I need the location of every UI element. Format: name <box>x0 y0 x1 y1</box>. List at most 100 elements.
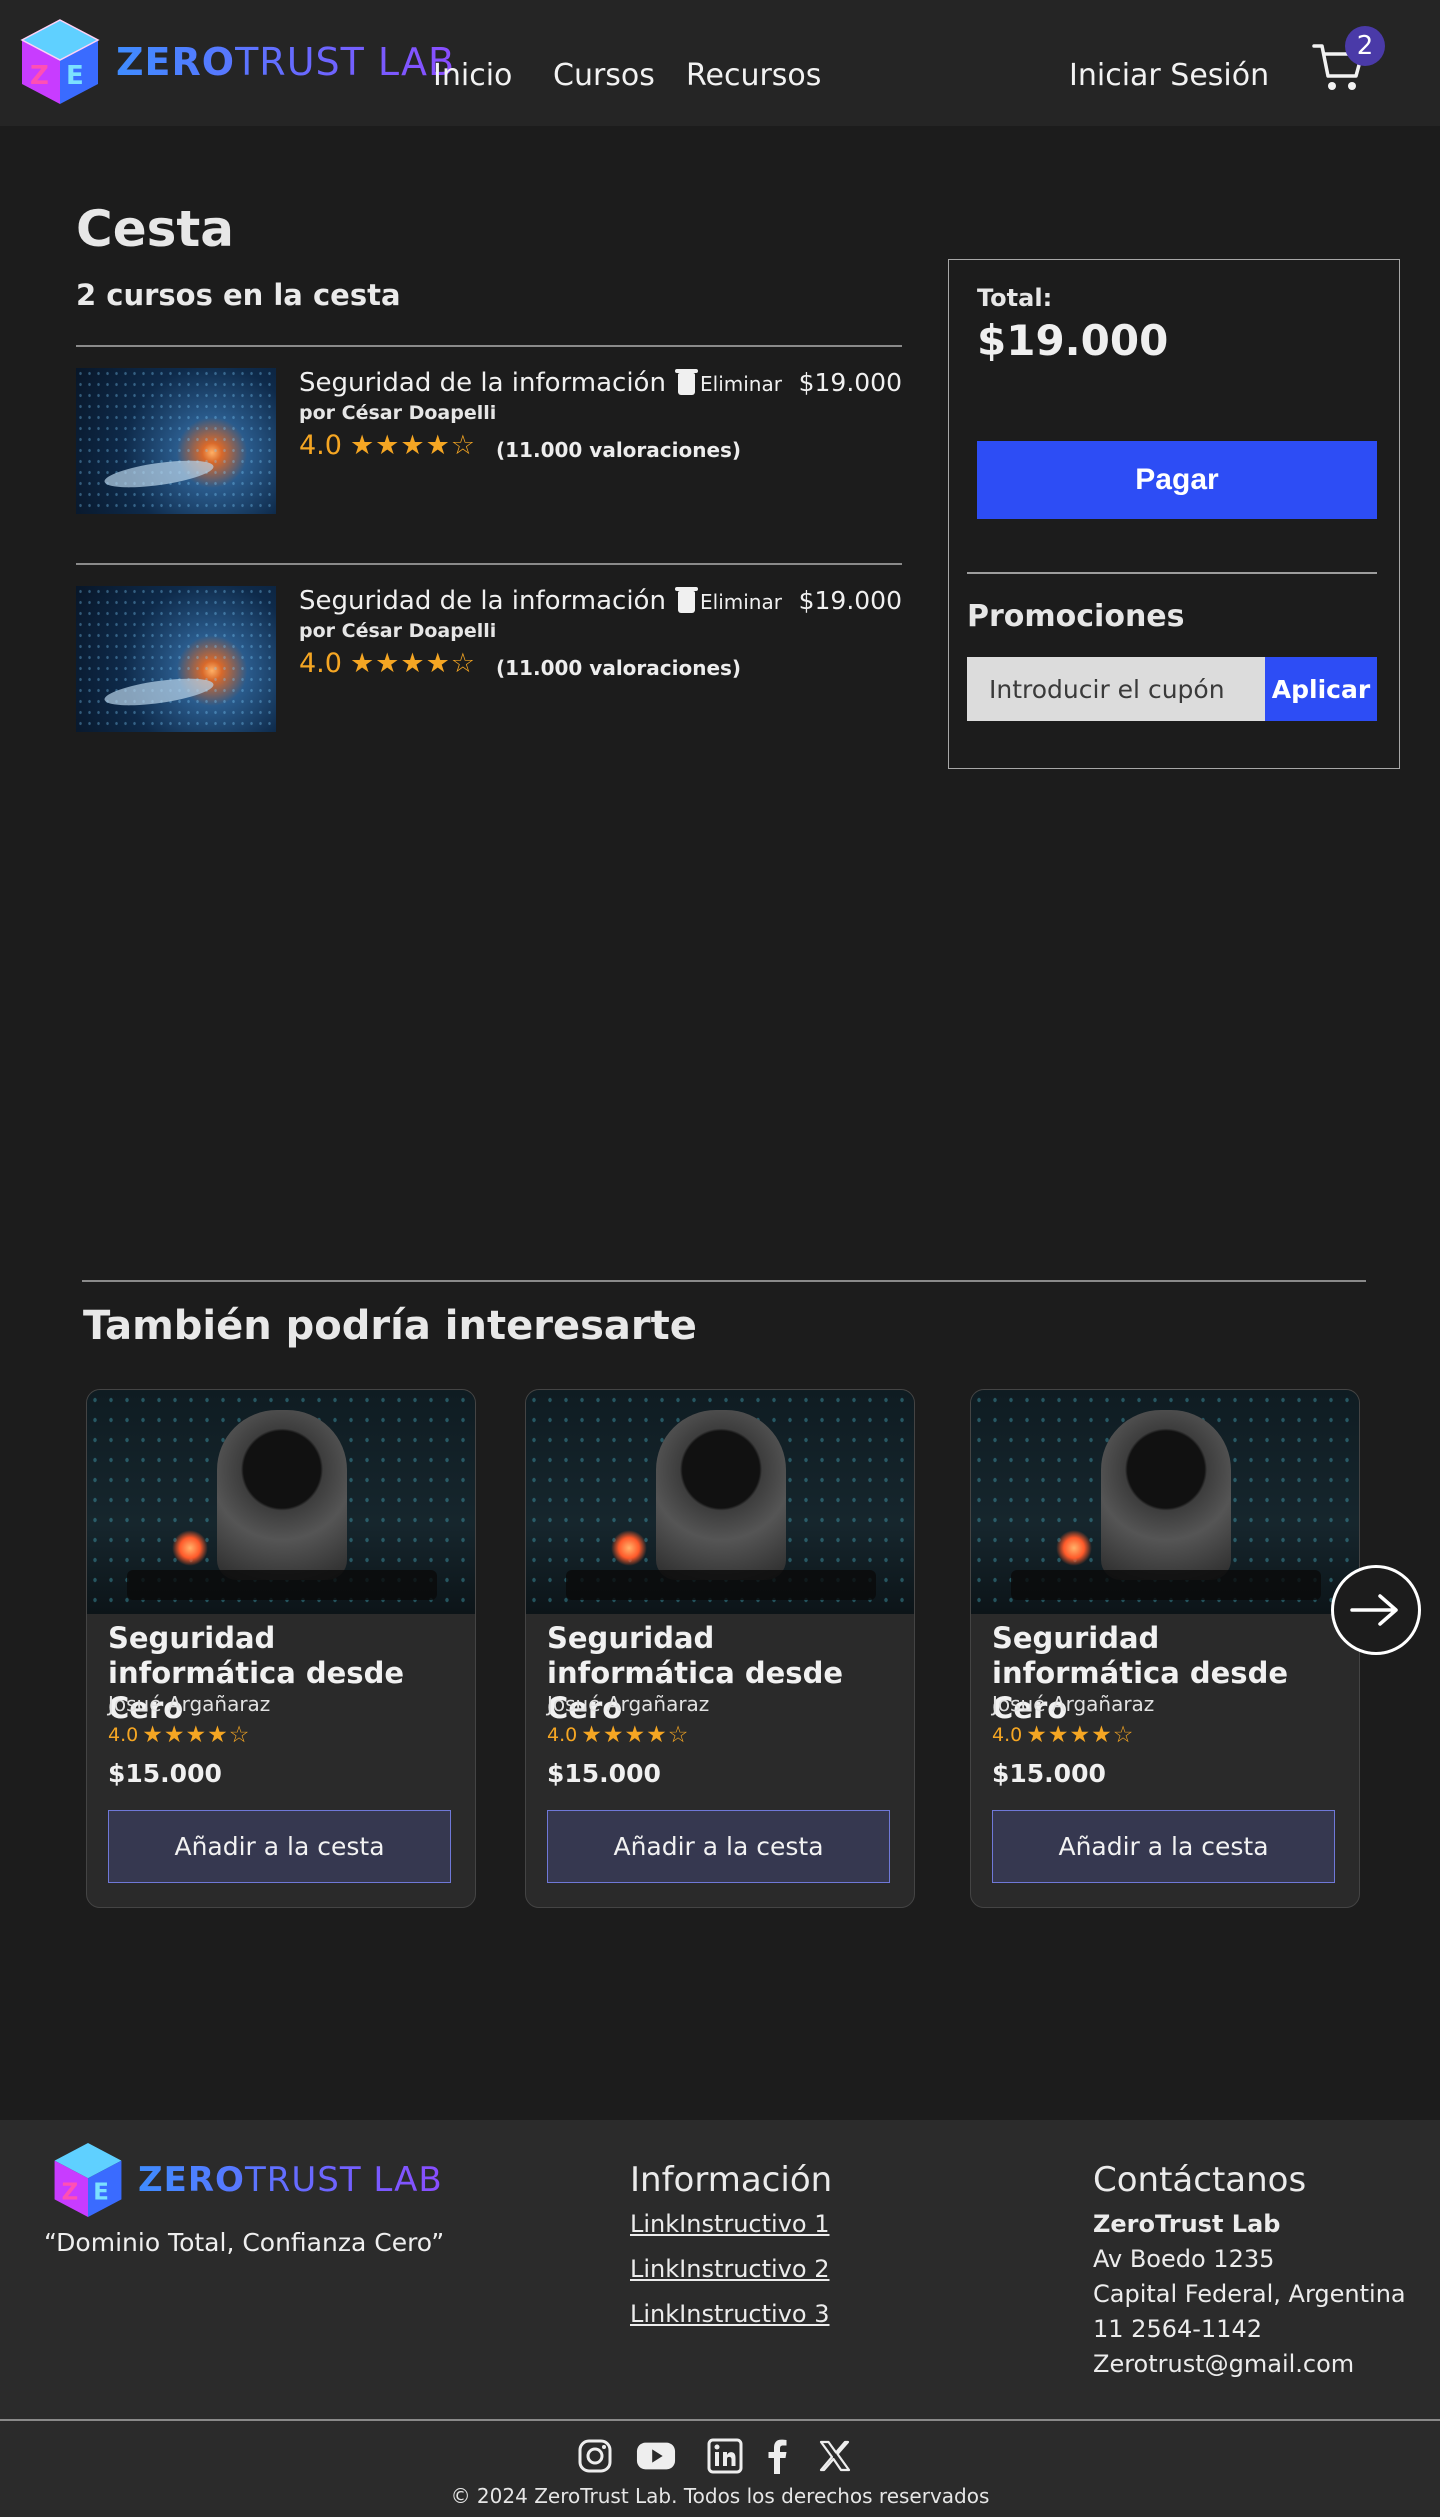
card-author: Josué Argañaraz <box>108 1692 271 1716</box>
youtube-icon[interactable] <box>636 2436 676 2476</box>
card-price: $15.000 <box>547 1759 661 1788</box>
cart-count-badge: 2 <box>1345 26 1385 66</box>
coupon-input[interactable] <box>967 657 1265 721</box>
logo-text: ZEROTRUST LAB <box>116 40 455 84</box>
course-card[interactable]: Seguridad informática desde Cero Josué A… <box>970 1389 1360 1908</box>
carousel-next-button[interactable] <box>1331 1565 1421 1655</box>
nav-link-recursos[interactable]: Recursos <box>686 58 821 93</box>
rating-value: 4.0 <box>108 1724 139 1746</box>
rating-value: 4.0 <box>547 1724 578 1746</box>
add-to-cart-button[interactable]: Añadir a la cesta <box>547 1810 890 1883</box>
recommendations-title: También podría interesarte <box>83 1303 697 1349</box>
course-image <box>971 1390 1359 1614</box>
item-rating: 4.0 ★★★★☆ <box>299 648 476 679</box>
svg-text:Z: Z <box>30 61 49 91</box>
star-rating-icon: ★★★★☆ <box>349 648 476 679</box>
section-divider <box>82 1280 1366 1282</box>
svg-text:E: E <box>66 61 84 91</box>
contact-city: Capital Federal, Argentina <box>1093 2280 1406 2308</box>
item-author: por César Doapelli <box>299 402 497 424</box>
pay-button[interactable]: Pagar <box>977 441 1377 519</box>
arrow-right-icon <box>1350 1594 1398 1626</box>
cart-divider <box>76 345 902 347</box>
card-rating: 4.0 ★★★★☆ <box>547 1722 689 1748</box>
remove-label: Eliminar <box>700 590 782 614</box>
course-thumbnail[interactable] <box>76 368 276 514</box>
logo-text-b: TRUST LAB <box>244 2160 443 2200</box>
cart-item: Seguridad de la información por César Do… <box>76 368 902 518</box>
footer-link-1[interactable]: LinkInstructivo 1 <box>630 2210 830 2238</box>
footer: Z E ZEROTRUST LAB “Dominio Total, Confia… <box>0 2120 1440 2517</box>
brand-logo[interactable]: Z E ZEROTRUST LAB <box>10 12 455 112</box>
item-title[interactable]: Seguridad de la información <box>299 368 666 398</box>
contact-email[interactable]: Zerotrust@gmail.com <box>1093 2350 1354 2378</box>
course-thumbnail[interactable] <box>76 586 276 732</box>
card-rating: 4.0 ★★★★☆ <box>108 1722 250 1748</box>
star-rating-icon: ★★★★☆ <box>1026 1722 1135 1748</box>
instagram-icon[interactable] <box>575 2436 615 2476</box>
rating-value: 4.0 <box>299 430 342 461</box>
remove-label: Eliminar <box>700 372 782 396</box>
nav-link-cursos[interactable]: Cursos <box>553 58 655 93</box>
star-rating-icon: ★★★★☆ <box>349 430 476 461</box>
order-summary: Total: $19.000 Pagar Promociones Aplicar <box>948 259 1400 769</box>
summary-divider <box>967 572 1377 574</box>
rating-value: 4.0 <box>992 1724 1023 1746</box>
cart-count-text: 2 cursos en la cesta <box>76 278 401 312</box>
card-price: $15.000 <box>108 1759 222 1788</box>
contact-phone: 11 2564-1142 <box>1093 2315 1262 2343</box>
course-image <box>87 1390 475 1614</box>
x-icon[interactable] <box>815 2436 855 2476</box>
star-rating-icon: ★★★★☆ <box>142 1722 251 1748</box>
navbar: Z E ZEROTRUST LAB Inicio Cursos Recursos… <box>0 0 1440 126</box>
add-to-cart-button[interactable]: Añadir a la cesta <box>992 1810 1335 1883</box>
logo-cube-icon: Z E <box>54 2143 122 2217</box>
cart-divider <box>76 563 902 565</box>
remove-button[interactable]: Eliminar <box>675 587 782 614</box>
footer-link-3[interactable]: LinkInstructivo 3 <box>630 2300 830 2328</box>
page-title: Cesta <box>76 200 235 258</box>
login-link[interactable]: Iniciar Sesión <box>1069 58 1269 93</box>
nav-link-inicio[interactable]: Inicio <box>433 58 512 93</box>
logo-text-b: TRUST LAB <box>235 40 456 84</box>
course-card[interactable]: Seguridad informática desde Cero Josué A… <box>525 1389 915 1908</box>
linkedin-icon[interactable] <box>705 2436 745 2476</box>
svg-text:Z: Z <box>62 2179 79 2205</box>
item-title[interactable]: Seguridad de la información <box>299 586 666 616</box>
footer-tagline: “Dominio Total, Confianza Cero” <box>44 2228 445 2257</box>
course-card[interactable]: Seguridad informática desde Cero Josué A… <box>86 1389 476 1908</box>
apply-coupon-button[interactable]: Aplicar <box>1265 657 1377 721</box>
logo-cube-icon: Z E <box>20 19 100 104</box>
item-price: $19.000 <box>798 586 902 615</box>
trash-icon <box>675 587 698 613</box>
item-rating: 4.0 ★★★★☆ <box>299 430 476 461</box>
contact-name: ZeroTrust Lab <box>1093 2210 1281 2238</box>
item-price: $19.000 <box>798 368 902 397</box>
card-author: Josué Argañaraz <box>992 1692 1155 1716</box>
card-rating: 4.0 ★★★★☆ <box>992 1722 1134 1748</box>
card-price: $15.000 <box>992 1759 1106 1788</box>
cart-item: Seguridad de la información por César Do… <box>76 586 902 736</box>
add-to-cart-button[interactable]: Añadir a la cesta <box>108 1810 451 1883</box>
footer-logo[interactable]: Z E ZEROTRUST LAB <box>44 2136 443 2224</box>
item-author: por César Doapelli <box>299 620 497 642</box>
total-label: Total: <box>977 284 1053 312</box>
remove-button[interactable]: Eliminar <box>675 369 782 396</box>
footer-divider <box>0 2419 1440 2421</box>
logo-text-a: ZERO <box>116 40 236 84</box>
contact-address: Av Boedo 1235 <box>1093 2245 1275 2273</box>
logo-text-a: ZERO <box>138 2160 245 2200</box>
footer-link-2[interactable]: LinkInstructivo 2 <box>630 2255 830 2283</box>
rating-value: 4.0 <box>299 648 342 679</box>
facebook-icon[interactable] <box>757 2436 797 2476</box>
star-rating-icon: ★★★★☆ <box>581 1722 690 1748</box>
logo-text: ZEROTRUST LAB <box>138 2160 443 2200</box>
trash-icon <box>675 369 698 395</box>
card-author: Josué Argañaraz <box>547 1692 710 1716</box>
course-image <box>526 1390 914 1614</box>
promo-title: Promociones <box>967 599 1185 634</box>
item-reviews: (11.000 valoraciones) <box>496 656 742 680</box>
svg-text:E: E <box>93 2179 109 2205</box>
contact-title: Contáctanos <box>1093 2160 1307 2200</box>
item-reviews: (11.000 valoraciones) <box>496 438 742 462</box>
